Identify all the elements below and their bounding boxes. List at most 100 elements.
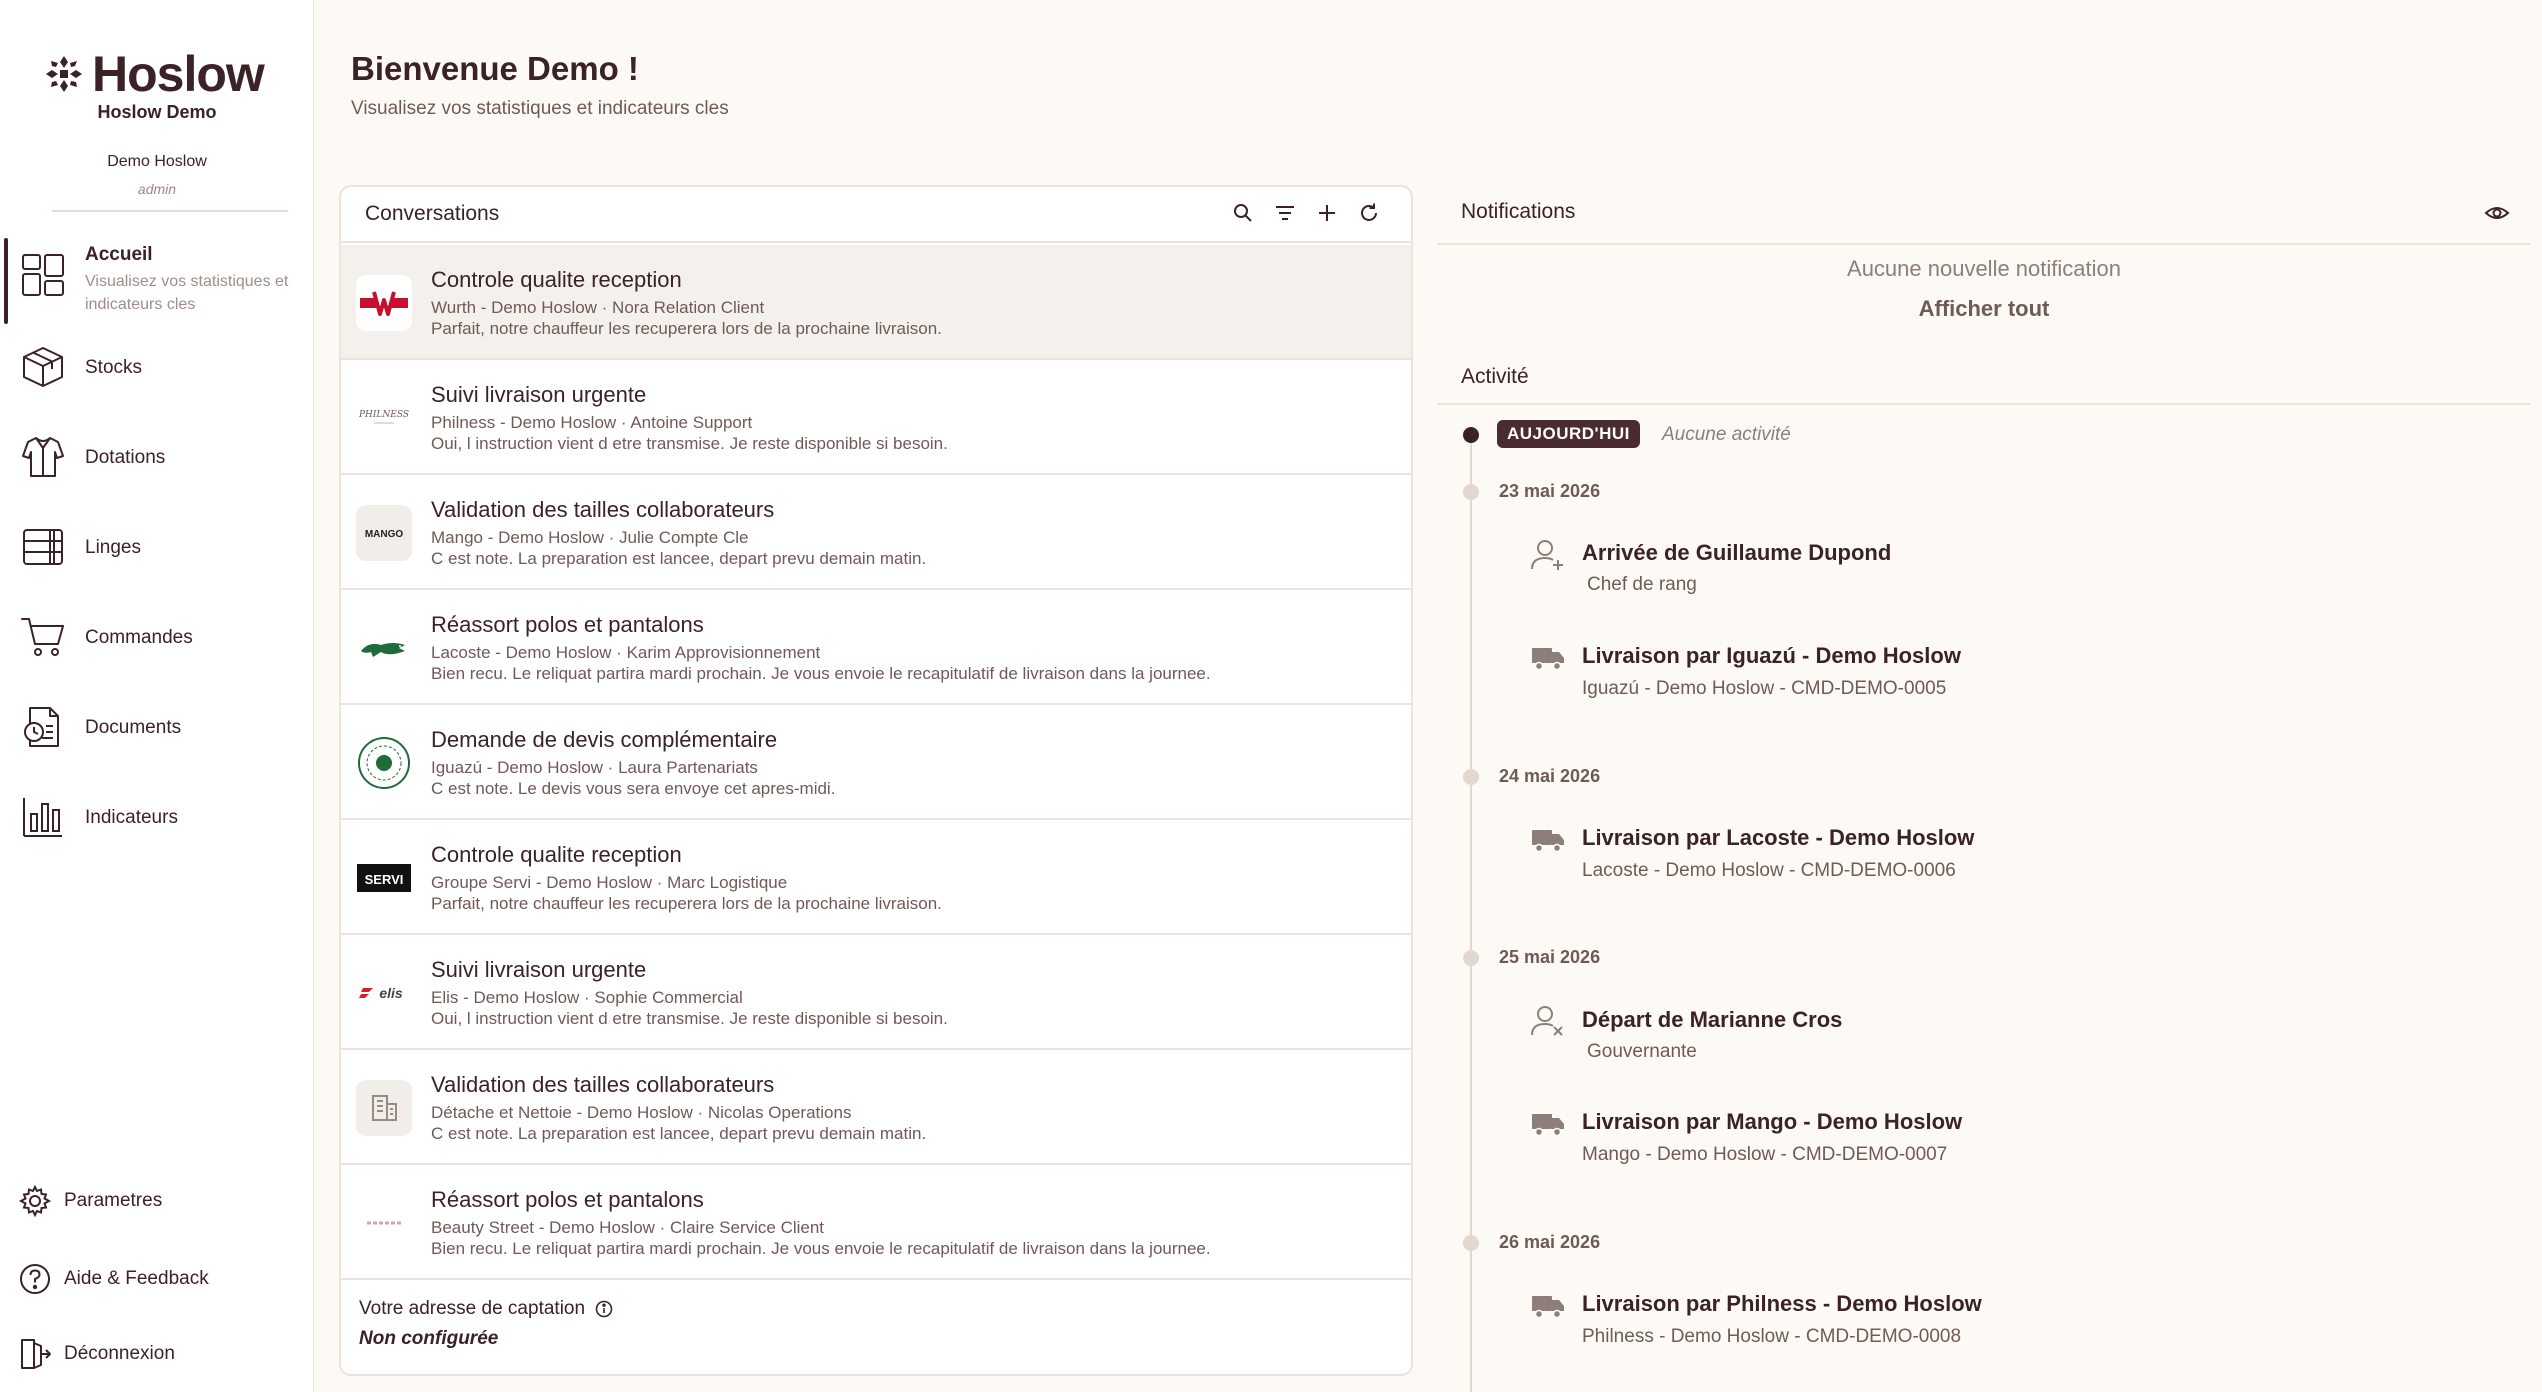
capture-address-label: Votre adresse de captation	[359, 1298, 613, 1320]
filter-icon[interactable]	[1273, 201, 1297, 225]
org-name: Hoslow Demo	[97, 102, 217, 122]
sidebar-item-indicateurs[interactable]: Indicateurs	[0, 790, 313, 846]
activity-event-title: Livraison par Philness - Demo Hoslow	[1582, 1291, 1982, 1316]
conversation-preview: Parfait, notre chauffeur les recuperera …	[431, 894, 942, 913]
capture-address-section: Votre adresse de captation Non configuré…	[341, 1288, 1411, 1374]
conversation-preview: Oui, l instruction vient d etre transmis…	[431, 1009, 948, 1028]
sidebar-item-dotations[interactable]: Dotations	[0, 430, 313, 486]
gear-icon	[18, 1184, 52, 1218]
show-all-notifications-link[interactable]: Afficher tout	[1437, 296, 2531, 322]
conversation-preview: Oui, l instruction vient d etre transmis…	[431, 434, 948, 453]
sidebar-item-label: Déconnexion	[64, 1343, 175, 1364]
conversation-row[interactable]: Demande de devis complémentaire Iguazú -…	[341, 705, 1411, 820]
eye-icon[interactable]	[2484, 200, 2510, 226]
conversation-preview: Bien recu. Le reliquat partira mardi pro…	[431, 1239, 1211, 1258]
conversation-preview: Parfait, notre chauffeur les recuperera …	[431, 319, 942, 338]
sidebar-item-label: Stocks	[85, 357, 143, 378]
conversation-preview: Bien recu. Le reliquat partira mardi pro…	[431, 664, 1211, 683]
timeline-date: 26 mai 2026	[1499, 1232, 1601, 1252]
activity-divider	[1437, 403, 2531, 405]
user-remove-icon	[1531, 1006, 1563, 1036]
notifications-empty-text: Aucune nouvelle notification	[1847, 256, 2121, 281]
sidebar-item-label: Aide & Feedback	[64, 1268, 209, 1289]
dashboard-icon	[22, 254, 64, 296]
conversation-subject: Réassort polos et pantalons	[431, 1187, 704, 1212]
conversation-meta: Philness - Demo Hoslow · Antoine Support	[431, 413, 753, 432]
info-icon[interactable]	[595, 1300, 613, 1318]
conversation-row[interactable]: PHILNESS Suivi livraison urgente Philnes…	[341, 360, 1411, 475]
svg-text:elis: elis	[379, 985, 403, 1001]
sidebar-item-label: Documents	[85, 717, 182, 738]
conversations-toolbar	[1231, 201, 1381, 225]
conversation-subject: Suivi livraison urgente	[431, 382, 647, 407]
conversation-subject: Controle qualite reception	[431, 842, 682, 867]
activity-event-title: Livraison par Mango - Demo Hoslow	[1582, 1109, 1963, 1134]
conversation-meta: Lacoste - Demo Hoslow · Karim Approvisio…	[431, 643, 821, 662]
conversation-row[interactable]: elis Suivi livraison urgente Elis - Demo…	[341, 935, 1411, 1050]
svg-text:MANGO: MANGO	[365, 529, 404, 540]
page-title: Bienvenue Demo !	[351, 50, 639, 87]
beauty-street-logo	[356, 1195, 412, 1251]
sidebar-item-linges[interactable]: Linges	[0, 520, 313, 576]
conversation-meta: Beauty Street - Demo Hoslow · Claire Ser…	[431, 1218, 825, 1237]
sidebar-item-documents[interactable]: Documents	[0, 700, 313, 756]
help-icon	[20, 1264, 50, 1294]
conversation-meta: Iguazú - Demo Hoslow · Laura Partenariat…	[431, 758, 758, 777]
activity-event-subtitle: Lacoste - Demo Hoslow - CMD-DEMO-0006	[1582, 860, 1956, 881]
capture-address-value: Non configurée	[359, 1328, 499, 1349]
elis-logo: elis	[356, 965, 412, 1021]
conversation-row[interactable]: Réassort polos et pantalons Beauty Stree…	[341, 1165, 1411, 1280]
conversation-row[interactable]: Validation des tailles collaborateurs Dé…	[341, 1050, 1411, 1165]
add-icon[interactable]	[1315, 201, 1339, 225]
conversation-row[interactable]: Controle qualite reception Wurth - Demo …	[341, 245, 1411, 360]
activity-event-title: Arrivée de Guillaume Dupond	[1582, 540, 1892, 565]
linen-stack-icon	[23, 529, 63, 565]
sidebar-item-stocks[interactable]: Stocks	[0, 340, 313, 396]
search-icon[interactable]	[1231, 201, 1255, 225]
sidebar-item-deconnexion[interactable]: Déconnexion	[18, 1337, 175, 1371]
truck-icon	[1532, 1114, 1564, 1137]
sidebar-item-commandes[interactable]: Commandes	[0, 610, 313, 666]
timeline-date: 24 mai 2026	[1499, 766, 1601, 786]
sidebar-item-parametres[interactable]: Parametres	[18, 1184, 162, 1218]
servi-logo: SERVI	[356, 850, 412, 906]
truck-icon	[1532, 830, 1564, 853]
page-subtitle: Visualisez vos statistiques et indicateu…	[351, 98, 729, 119]
conversation-row[interactable]: Réassort polos et pantalons Lacoste - De…	[341, 590, 1411, 705]
cart-icon	[21, 618, 64, 656]
sidebar-item-label: Commandes	[85, 627, 193, 648]
user-add-icon	[1531, 540, 1563, 570]
truck-icon	[1532, 1296, 1564, 1319]
conversation-preview: C est note. Le devis vous sera envoye ce…	[431, 779, 836, 798]
sidebar: Hoslow Hoslow Demo Demo Hoslow admin Acc…	[0, 0, 314, 1392]
brand-logo[interactable]: Hoslow	[44, 46, 265, 102]
active-indicator	[4, 238, 8, 324]
philness-logo: PHILNESS	[356, 390, 412, 446]
hoslow-logo-icon	[46, 56, 82, 92]
timeline-dot	[1463, 1235, 1479, 1251]
timeline-date: 23 mai 2026	[1499, 481, 1601, 501]
wurth-logo	[356, 275, 412, 331]
truck-icon	[1532, 648, 1564, 671]
activity-event-title: Livraison par Iguazú - Demo Hoslow	[1582, 643, 1961, 668]
notifications-divider	[1437, 243, 2531, 245]
capture-address-label-text: Votre adresse de captation	[359, 1298, 586, 1319]
sidebar-item-description: Visualisez vos statistiques et indicateu…	[85, 273, 289, 313]
refresh-icon[interactable]	[1357, 201, 1381, 225]
conversation-subject: Validation des tailles collaborateurs	[431, 1072, 775, 1097]
sidebar-item-label: Indicateurs	[85, 807, 178, 828]
bar-chart-icon	[23, 798, 62, 837]
sidebar-item-accueil[interactable]: Accueil Visualisez vos statistiques et i…	[0, 238, 313, 324]
conversation-meta: Wurth - Demo Hoslow · Nora Relation Clie…	[431, 298, 765, 317]
conversation-subject: Réassort polos et pantalons	[431, 612, 704, 637]
timeline-dot	[1463, 950, 1479, 966]
activity-title: Activité	[1461, 365, 1529, 388]
conversation-meta: Elis - Demo Hoslow · Sophie Commercial	[431, 988, 743, 1007]
activity-event-title: Livraison par Lacoste - Demo Hoslow	[1582, 825, 1975, 850]
conversation-row[interactable]: MANGO Validation des tailles collaborate…	[341, 475, 1411, 590]
conversation-row[interactable]: SERVI Controle qualite reception Groupe …	[341, 820, 1411, 935]
sidebar-item-aide[interactable]: Aide & Feedback	[18, 1262, 209, 1296]
conversations-header: Conversations	[341, 187, 1411, 243]
shirt-icon	[22, 437, 64, 477]
conversation-subject: Validation des tailles collaborateurs	[431, 497, 775, 522]
